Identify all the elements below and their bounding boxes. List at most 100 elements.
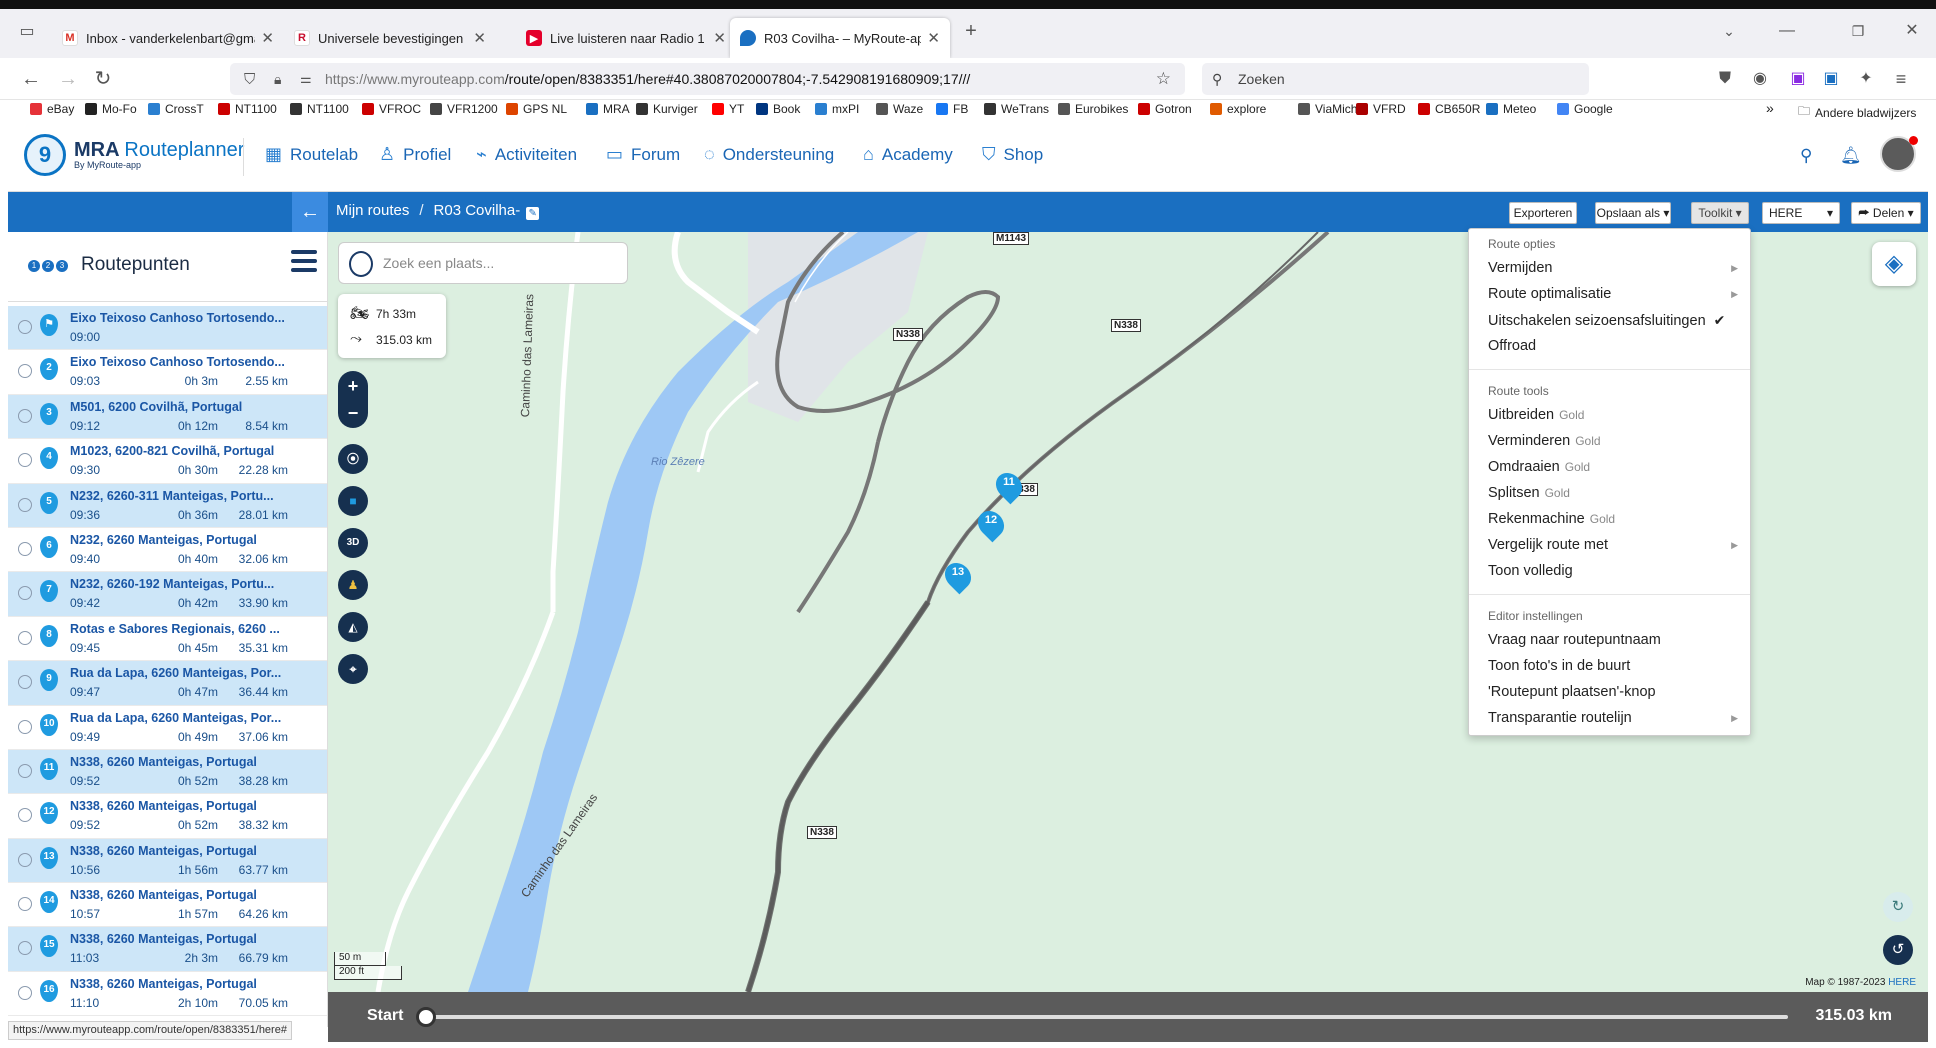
menu-icon[interactable]: ≡ <box>1888 66 1914 92</box>
routepoint-row[interactable]: 7 N232, 6260-192 Manteigas, Portu... 09:42… <box>8 572 327 617</box>
close-tab-icon[interactable]: ✕ <box>255 29 274 47</box>
breadcrumb-my-routes[interactable]: Mijn routes <box>336 202 409 219</box>
collapse-sidebar-button[interactable]: ← <box>292 192 328 232</box>
menu-show-photos[interactable]: Toon foto's in de buurt <box>1488 658 1738 674</box>
bookmark-11[interactable]: Book <box>756 102 800 116</box>
extension-app-icon[interactable]: ▣ <box>1818 66 1844 92</box>
bookmark-18[interactable]: explore <box>1210 102 1266 116</box>
bookmark-20[interactable]: VFRD <box>1356 102 1406 116</box>
pocket-icon[interactable]: ⛊ <box>1712 66 1738 92</box>
close-tab-icon[interactable]: ✕ <box>467 29 486 47</box>
clock-icon[interactable] <box>18 408 32 423</box>
menu-seasonal-closures[interactable]: Uitschakelen seizoensafsluitingen ✔ <box>1488 312 1738 329</box>
bookmark-15[interactable]: WeTrans <box>984 102 1049 116</box>
bookmark-2[interactable]: CrossT <box>148 102 204 116</box>
minimize-icon[interactable]: — <box>1774 18 1800 44</box>
bookmark-9[interactable]: Kurviger <box>636 102 698 116</box>
street-view-icon[interactable]: ♟ <box>338 570 368 600</box>
bookmark-10[interactable]: YT <box>712 102 744 116</box>
3d-button[interactable]: 3D <box>338 528 368 558</box>
clock-icon[interactable] <box>18 852 32 867</box>
zoom-in-button[interactable]: + <box>338 371 368 401</box>
other-bookmarks[interactable]: 🗀 Andere bladwijzers <box>1798 102 1916 123</box>
bookmark-star-icon[interactable]: ☆ <box>1156 69 1171 89</box>
extension-globe-icon[interactable]: ◉ <box>1747 66 1773 92</box>
routepoint-row[interactable]: 4 M1023, 6200-821 Covilhã, Portugal 09:30 0… <box>8 439 327 484</box>
menu-ask-routepoint-name[interactable]: Vraag naar routepuntnaam <box>1488 632 1738 648</box>
browser-search-input[interactable]: ⚲ Zoeken <box>1202 63 1589 95</box>
routepoint-row[interactable]: 16 N338, 6260 Manteigas, Portugal 11:10 2h … <box>8 972 327 1017</box>
menu-route-line-transparency[interactable]: Transparantie routelijn ▶ <box>1488 710 1738 726</box>
extensions-icon[interactable]: ✦ <box>1853 66 1879 92</box>
bookmark-13[interactable]: Waze <box>876 102 923 116</box>
clock-icon[interactable] <box>18 719 32 734</box>
routepoint-row[interactable]: 2 Eixo Teixoso Canhoso Tortosendo... 09:03… <box>8 350 327 395</box>
routepoint-row[interactable]: 12 N338, 6260 Manteigas, Portugal 09:52 0h … <box>8 794 327 839</box>
tab-universele[interactable]: R Universele bevestigingen voor d ✕ <box>284 18 496 58</box>
bookmark-1[interactable]: Mo-Fo <box>85 102 137 116</box>
close-window-icon[interactable]: ✕ <box>1899 18 1925 44</box>
clock-icon[interactable] <box>18 941 32 956</box>
playback-track[interactable] <box>426 1015 1788 1019</box>
nav-shop[interactable]: ⛉ Shop <box>982 144 1043 165</box>
clock-icon[interactable] <box>18 897 32 912</box>
bookmark-0[interactable]: eBay <box>30 102 74 116</box>
share-button[interactable]: ⮫ Delen ▾ <box>1851 202 1921 224</box>
menu-reduce[interactable]: Verminderen Gold <box>1488 433 1738 449</box>
bookmark-14[interactable]: FB <box>936 102 968 116</box>
nav-ondersteuning[interactable]: ◌ Ondersteuning <box>704 144 834 165</box>
add-waypoint-icon[interactable]: ⦿ <box>338 444 368 474</box>
clock-icon[interactable] <box>18 497 32 512</box>
tab-list-icon[interactable]: ▭ <box>14 19 40 45</box>
extension-badge-icon[interactable]: ▣ <box>1785 66 1811 92</box>
menu-route-optimization[interactable]: Route optimalisatie ▶ <box>1488 286 1738 302</box>
nav-forum[interactable]: ▭ Forum <box>606 144 680 165</box>
routepoint-row[interactable]: 6 N232, 6260 Manteigas, Portugal 09:40 0h 4… <box>8 528 327 573</box>
locate-icon[interactable]: ⌖ <box>338 654 368 684</box>
avatar[interactable] <box>1880 136 1918 172</box>
bell-icon[interactable]: 🔔︎ <box>1840 146 1862 166</box>
bookmark-3[interactable]: NT1100 <box>218 102 277 116</box>
clock-icon[interactable] <box>18 675 32 690</box>
refresh-icon[interactable]: ↻ <box>1883 892 1913 922</box>
place-search-input[interactable]: Zoek een plaats... <box>338 242 628 284</box>
clock-icon[interactable] <box>18 320 32 334</box>
more-bookmarks-icon[interactable]: » <box>1766 100 1774 116</box>
routepoint-row[interactable]: 9 Rua da Lapa, 6260 Manteigas, Por... 09:4… <box>8 661 327 706</box>
bookmark-5[interactable]: VFROC <box>362 102 421 116</box>
menu-avoid[interactable]: Vermijden ▶ <box>1488 260 1738 276</box>
clock-icon[interactable] <box>18 985 32 1000</box>
hamburger-menu-icon[interactable] <box>291 250 317 274</box>
nav-profiel[interactable]: ♙ Profiel <box>379 144 451 165</box>
elevation-icon[interactable]: ◭ <box>338 612 368 642</box>
clock-icon[interactable] <box>18 364 32 379</box>
menu-reverse[interactable]: Omdraaien Gold <box>1488 459 1738 475</box>
menu-offroad[interactable]: Offroad <box>1488 338 1738 354</box>
stop-icon[interactable]: ■ <box>338 486 368 516</box>
menu-extend[interactable]: Uitbreiden Gold <box>1488 407 1738 423</box>
menu-compare-route[interactable]: Vergelijk route met ▶ <box>1488 537 1738 553</box>
nav-academy[interactable]: ⌂ Academy <box>863 144 953 165</box>
routepoint-row[interactable]: 15 N338, 6260 Manteigas, Portugal 11:03 2h … <box>8 927 327 972</box>
tab-myroute[interactable]: R03 Covilha- – MyRoute-app W ✕ <box>730 18 950 58</box>
routepoint-row[interactable]: ⚑ Eixo Teixoso Canhoso Tortosendo... 09:00 <box>8 306 327 351</box>
routepoint-row[interactable]: 5 N232, 6260-311 Manteigas, Portu... 09:36… <box>8 483 327 528</box>
bookmark-21[interactable]: CB650R <box>1418 102 1480 116</box>
toolkit-button[interactable]: Toolkit ▾ <box>1691 202 1749 224</box>
menu-split[interactable]: Splitsen Gold <box>1488 485 1738 501</box>
clock-icon[interactable] <box>18 453 32 468</box>
save-as-button[interactable]: Opslaan als ▾ <box>1595 202 1671 224</box>
menu-calculator[interactable]: Rekenmachine Gold <box>1488 511 1738 527</box>
clock-icon[interactable] <box>18 630 32 645</box>
routepoint-row[interactable]: 3 M501, 6200 Covilhã, Portugal 09:12 0h 12m… <box>8 394 327 440</box>
mra-logo[interactable]: 9 MRA Routeplanner By MyRoute-app <box>24 134 244 176</box>
routepoint-row[interactable]: 14 N338, 6260 Manteigas, Portugal 10:57 1h … <box>8 883 327 928</box>
url-bar[interactable]: ⛉ 🔒︎ ⚌ https://www.myrouteapp.com/route/… <box>230 63 1185 95</box>
bookmark-12[interactable]: mxPI <box>815 102 859 116</box>
clock-icon[interactable] <box>18 763 32 778</box>
new-tab-button[interactable]: + <box>958 18 984 44</box>
routepoint-row[interactable]: 11 N338, 6260 Manteigas, Portugal 09:52 0h … <box>8 749 327 795</box>
forward-icon[interactable]: → <box>55 66 81 92</box>
export-button[interactable]: Exporteren <box>1509 202 1577 224</box>
tab-radio1[interactable]: ▶ Live luisteren naar Radio 1 | VRT ✕ <box>516 18 736 58</box>
